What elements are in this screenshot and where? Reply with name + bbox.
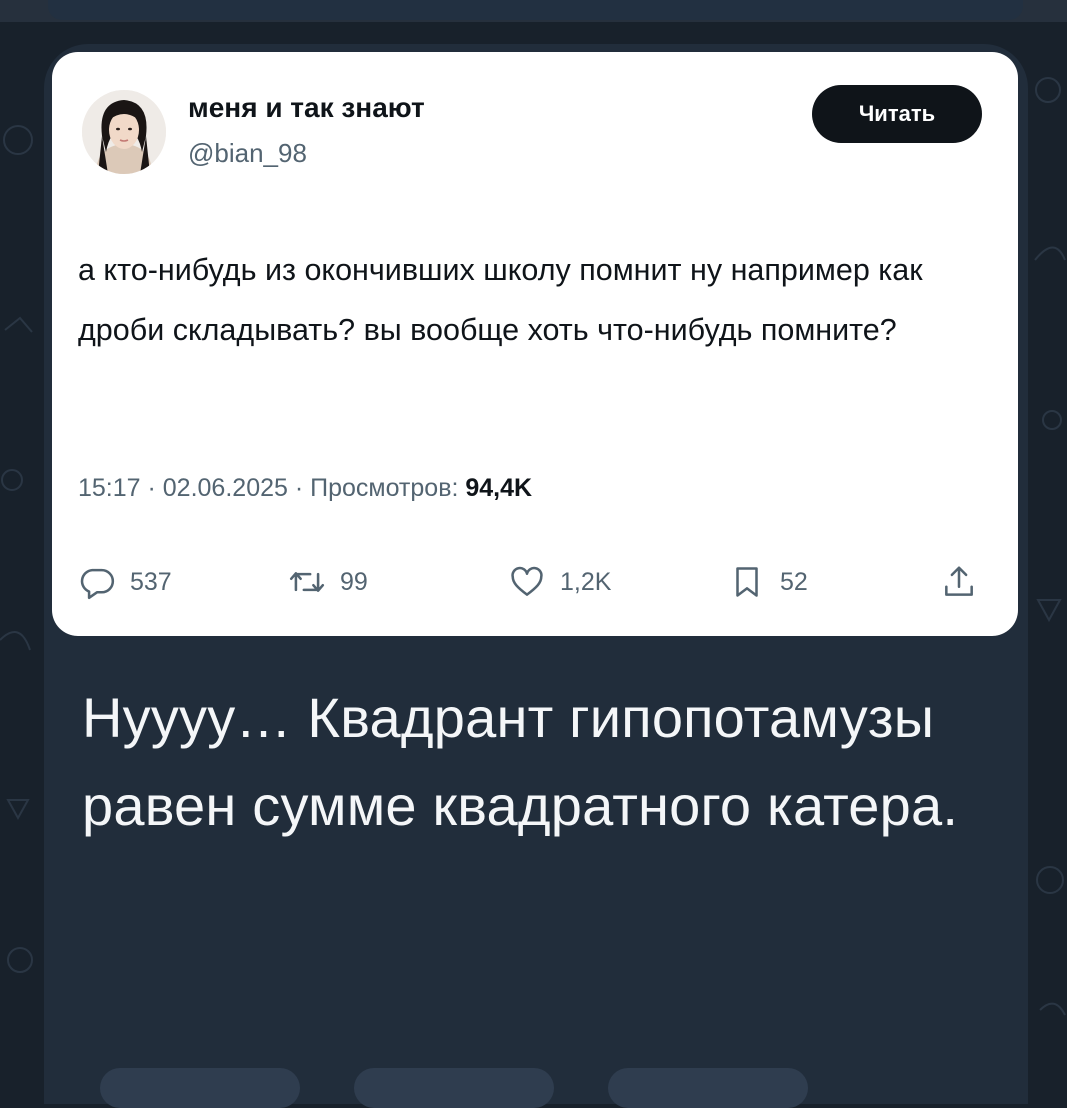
reaction-pill[interactable] [354,1068,554,1108]
reply-icon [80,568,115,600]
bookmark-icon [736,567,758,597]
retweet-button[interactable]: 99 [288,560,368,604]
like-button[interactable]: 1,2K [508,560,611,604]
tweet-timestamp[interactable]: 15:17 · 02.06.2025 · Просмотров: [78,474,458,502]
avatar[interactable] [82,90,166,174]
user-handle[interactable]: @bian_98 [188,138,307,169]
reaction-pill[interactable] [100,1068,300,1108]
message-bubble: меня и так знают @bian_98 Читать а кто-н… [44,44,1028,1104]
views-count: 94,4K [465,474,533,502]
tweet-screenshot-card[interactable]: меня и так знают @bian_98 Читать а кто-н… [52,52,1018,636]
previous-message-bubble [48,0,1023,20]
tweet-text: а кто-нибудь из окончивших школу помнит … [78,253,923,347]
reply-button[interactable]: 537 [78,560,172,604]
display-name[interactable]: меня и так знают [188,92,425,124]
message-caption: Нуууу… Квадрант гипопотамузы равен сумме… [82,686,959,837]
profile-photo [82,90,166,174]
retweet-count: 99 [340,567,368,596]
share-icon [945,566,973,596]
share-button[interactable] [940,560,992,604]
follow-button[interactable]: Читать [812,85,982,143]
like-count: 1,2K [560,567,612,596]
reply-count: 537 [130,567,172,596]
bookmark-count: 52 [780,567,808,596]
reaction-pill[interactable] [608,1068,808,1108]
tweet-meta: 15:17 · 02.06.2025 · Просмотров: 94,4K [78,474,532,503]
reactions-row [44,1062,1028,1108]
bookmark-button[interactable]: 52 [728,560,808,604]
like-icon [511,566,543,596]
retweet-icon [289,572,325,592]
tweet-actions-bar: 537 99 1,2K 52 [52,560,1018,604]
